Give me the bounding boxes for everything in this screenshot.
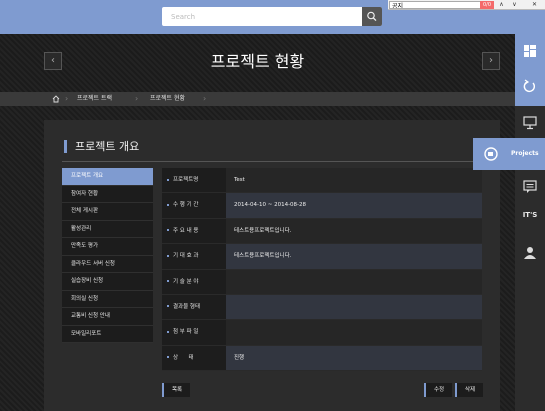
- breadcrumb: › 프로젝트 트랙 › 프로젝트 현황 ›: [0, 92, 515, 106]
- prev-page-button[interactable]: ‹: [44, 52, 62, 70]
- project-details-table: 프로젝트명 Test 수 행 기 간 2014-04-10 ~ 2014-08-…: [162, 168, 482, 372]
- breadcrumb-separator: ›: [135, 94, 139, 103]
- row-value: 테스트용프로젝트입니다.: [234, 253, 292, 260]
- menu-item-board[interactable]: 전체 게시판: [62, 203, 153, 221]
- find-close-button[interactable]: ✕: [528, 0, 541, 10]
- row-value: 2014-04-10 ~ 2014-08-28: [234, 202, 307, 209]
- chat-icon: [523, 180, 537, 193]
- breadcrumb-item-status[interactable]: 프로젝트 현황: [150, 92, 185, 106]
- chat-button[interactable]: [515, 170, 545, 204]
- menu-item-transport[interactable]: 교통비 신청 안내: [62, 308, 153, 326]
- table-row: 주 요 내 용 테스트용프로젝트입니다.: [162, 218, 482, 245]
- monitor-button[interactable]: [515, 106, 545, 140]
- table-row: 프로젝트명 Test: [162, 168, 482, 194]
- projects-label: Projects: [511, 150, 539, 157]
- find-next-button[interactable]: ∨: [508, 0, 521, 10]
- next-page-button[interactable]: ›: [482, 52, 500, 70]
- row-label: 기 술 분 야: [162, 269, 226, 294]
- menu-item-activity[interactable]: 활성관리: [62, 220, 153, 238]
- table-row: 상 태 진행: [162, 345, 482, 372]
- search-box: [162, 7, 382, 26]
- menu-item-participants[interactable]: 참여자 현황: [62, 185, 153, 203]
- dashboard-button[interactable]: [515, 34, 545, 68]
- row-label: 첨 부 파 일: [162, 320, 226, 345]
- row-label: 기 대 효 과: [162, 244, 226, 269]
- menu-item-cloud-server[interactable]: 클라우드 서버 신청: [62, 255, 153, 273]
- find-prev-button[interactable]: ∧: [495, 0, 508, 10]
- list-button[interactable]: 목록: [162, 383, 190, 397]
- user-button[interactable]: [515, 236, 545, 411]
- section-divider: [62, 161, 482, 162]
- table-row: 수 행 기 간 2014-04-10 ~ 2014-08-28: [162, 193, 482, 219]
- search-input[interactable]: [162, 7, 362, 26]
- its-button[interactable]: [515, 204, 545, 238]
- monitor-icon: [523, 116, 537, 130]
- search-button[interactable]: [362, 7, 382, 26]
- menu-item-meeting-room[interactable]: 회의실 신청: [62, 290, 153, 308]
- home-icon[interactable]: [52, 95, 60, 103]
- menu-item-mobile-report[interactable]: 모바일리포트: [62, 325, 153, 343]
- find-match-count: 0/0: [480, 1, 494, 9]
- edit-button[interactable]: 수정: [424, 383, 452, 397]
- breadcrumb-item-track[interactable]: 프로젝트 트랙: [77, 92, 112, 106]
- row-value: 테스트용프로젝트입니다.: [234, 227, 292, 234]
- menu-item-overview[interactable]: 프로젝트 개요: [62, 168, 153, 186]
- menu-item-satisfaction[interactable]: 만족도 평가: [62, 238, 153, 256]
- page-title: 프로젝트 현황: [210, 52, 305, 71]
- dashboard-icon: [524, 45, 536, 57]
- table-row: 결과물 형태: [162, 294, 482, 321]
- section-title: 프로젝트 개요: [64, 140, 139, 153]
- user-icon: [524, 247, 536, 259]
- delete-button[interactable]: 삭제: [455, 383, 483, 397]
- row-value: Test: [234, 177, 245, 183]
- projects-icon: [484, 147, 498, 161]
- row-label: 프로젝트명: [162, 168, 226, 193]
- table-row: 기 술 분 야: [162, 269, 482, 295]
- row-label: 주 요 내 용: [162, 218, 226, 244]
- table-row: 기 대 효 과 테스트용프로젝트입니다.: [162, 244, 482, 270]
- row-label: 결과물 형태: [162, 294, 226, 320]
- refresh-icon: [523, 79, 536, 93]
- breadcrumb-separator: ›: [65, 94, 69, 103]
- project-menu: 프로젝트 개요 참여자 현황 전체 게시판 활성관리 만족도 평가 클라우드 서…: [62, 168, 153, 343]
- find-bar: 0/0 ∧ ∨ ✕: [388, 0, 545, 10]
- breadcrumb-separator: ›: [203, 94, 207, 103]
- table-row: 첨 부 파 일: [162, 320, 482, 346]
- menu-item-lab-equipment[interactable]: 실습장비 신청: [62, 273, 153, 291]
- find-input[interactable]: [389, 1, 493, 9]
- row-value: 진행: [234, 354, 245, 361]
- its-label: IT'S: [522, 211, 538, 219]
- refresh-button[interactable]: [515, 69, 545, 103]
- search-icon: [367, 11, 377, 22]
- row-label: 수 행 기 간: [162, 193, 226, 218]
- row-label: 상 태: [162, 345, 226, 371]
